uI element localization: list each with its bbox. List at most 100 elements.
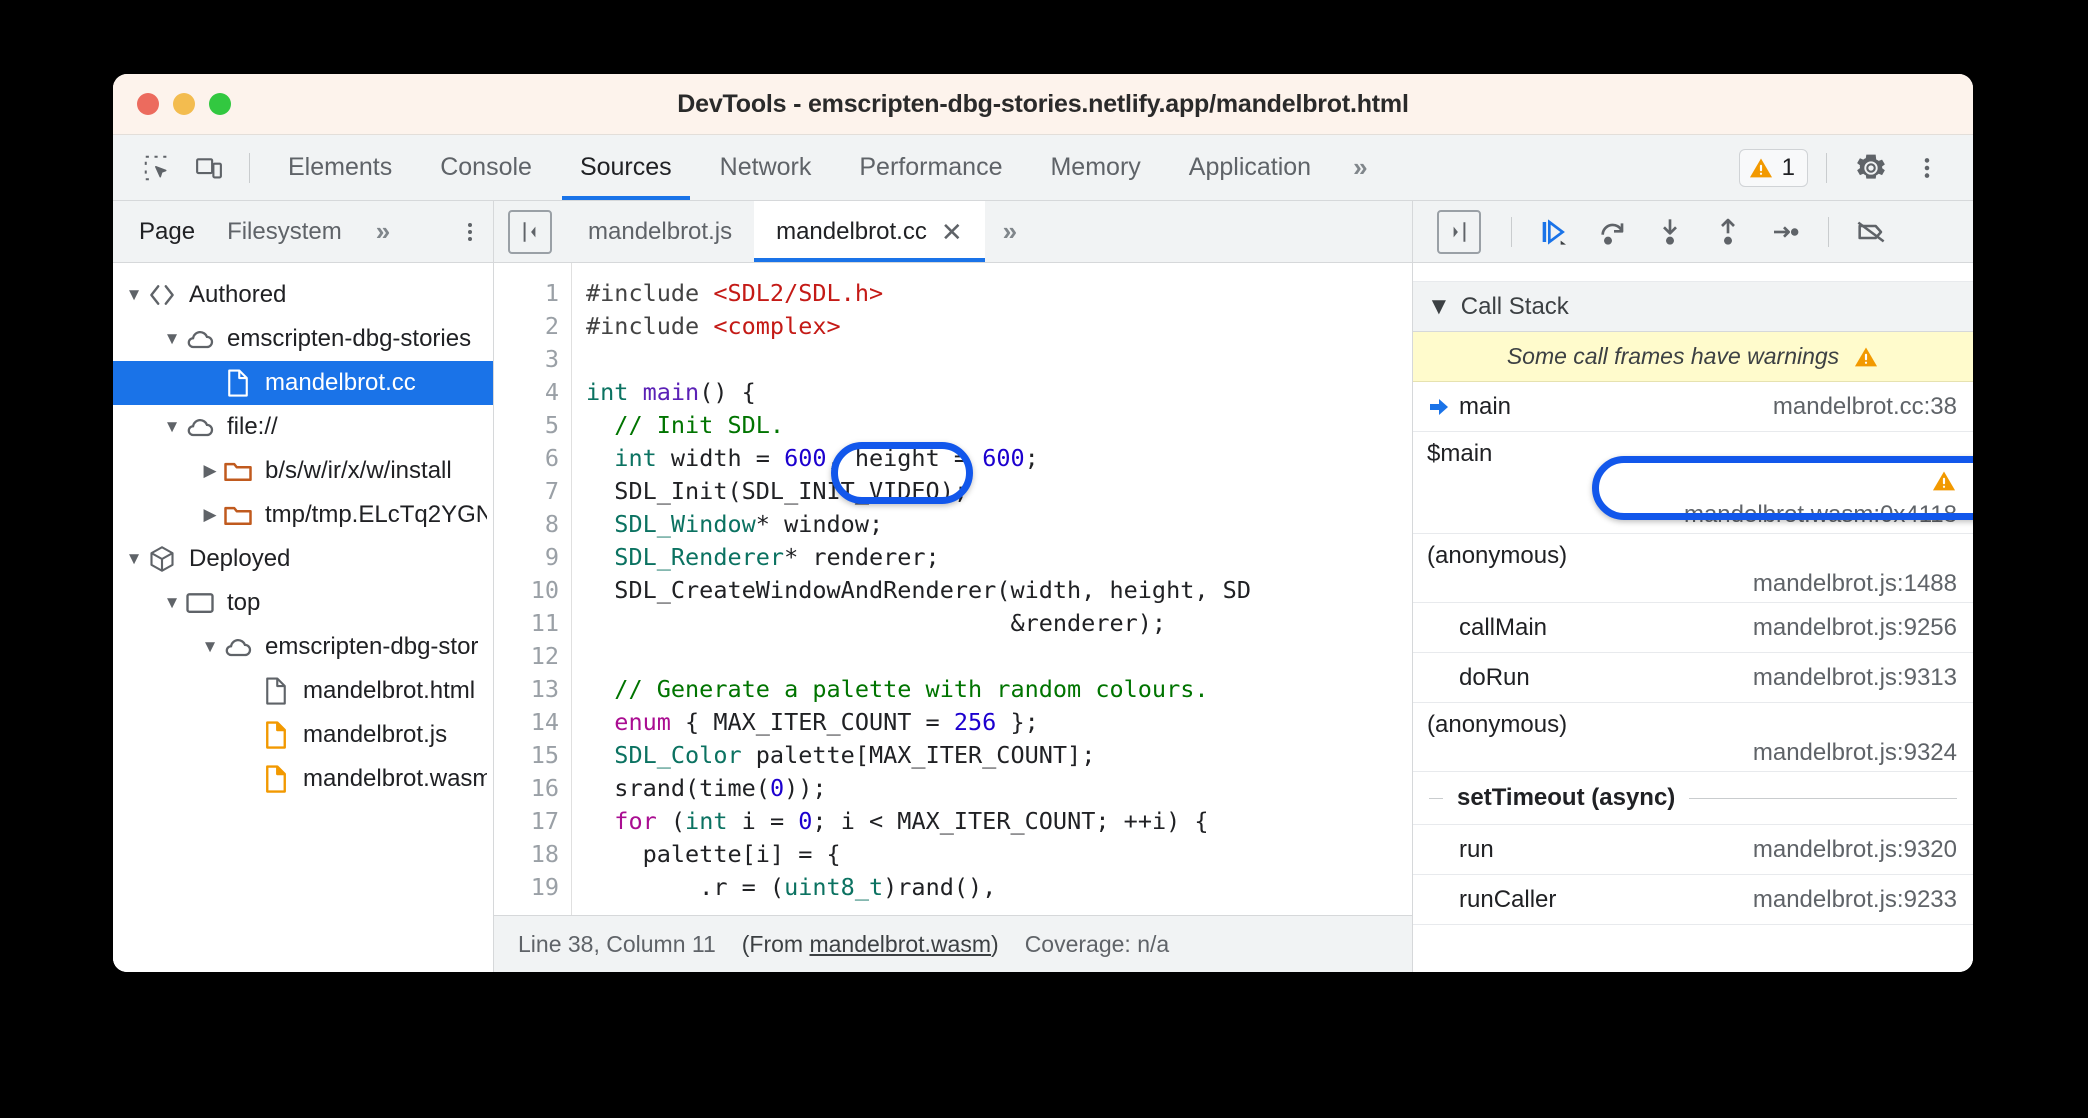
kebab-icon[interactable] [1901,142,1953,194]
tree-item[interactable]: ▶ b/s/w/ir/x/w/install [113,449,493,493]
tree-item[interactable]: ▼ emscripten-dbg-stories [113,317,493,361]
code-line[interactable]: srand(time(0)); [586,772,1412,805]
code-line[interactable]: #include <SDL2/SDL.h> [586,277,1412,310]
tree-item[interactable]: ▼ emscripten-dbg-stor [113,625,493,669]
code-line[interactable]: int main() { [586,376,1412,409]
line-number[interactable]: 13 [494,673,559,706]
code-line[interactable]: // Init SDL. [586,409,1412,442]
line-number[interactable]: 2 [494,310,559,343]
chevron-right-icon[interactable]: ▶ [199,461,221,481]
tab-console[interactable]: Console [416,135,556,200]
tab-application[interactable]: Application [1165,135,1335,200]
step-out-icon[interactable] [1702,206,1754,258]
source-origin-file[interactable]: mandelbrot.wasm [809,931,991,957]
tree-item[interactable]: mandelbrot.wasm [113,757,493,801]
chevron-down-icon[interactable]: ▼ [123,285,145,305]
code-editor[interactable]: 1 2 3 4 5 6 7 8 9 10 11 12 13 14 15 16 17 18 19 #include <… [494,263,1412,915]
inspect-element-icon[interactable] [131,142,183,194]
line-number[interactable]: 6 [494,442,559,475]
code-line[interactable]: for (int i = 0; i < MAX_ITER_COUNT; ++i)… [586,805,1412,838]
chevron-down-icon[interactable]: ▼ [123,549,145,569]
warnings-badge[interactable]: 1 [1738,148,1808,187]
resume-icon[interactable] [1528,206,1580,258]
tab-performance[interactable]: Performance [835,135,1026,200]
code-line[interactable] [586,640,1412,673]
step-into-icon[interactable] [1644,206,1696,258]
navigator-tab-filesystem[interactable]: Filesystem [211,201,358,262]
tree-item[interactable]: ▼ top [113,581,493,625]
tab-memory[interactable]: Memory [1026,135,1164,200]
tree-item[interactable]: mandelbrot.html [113,669,493,713]
chevron-down-icon[interactable]: ▼ [199,637,221,657]
line-number[interactable]: 10 [494,574,559,607]
line-number[interactable]: 1 [494,277,559,310]
line-number[interactable]: 3 [494,343,559,376]
chevron-right-icon[interactable]: ▶ [199,505,221,525]
tree-item[interactable]: ▶ tmp/tmp.ELcTq2YGN [113,493,493,537]
code-line[interactable]: SDL_Window* window; [586,508,1412,541]
call-stack-frame[interactable]: runCaller mandelbrot.js:9233 [1413,875,1973,925]
expand-debugger-icon[interactable] [1437,209,1481,254]
code-line[interactable]: #include <complex> [586,310,1412,343]
navigator-file-tree[interactable]: ▼ Authored ▼ emscripten-dbg-stories mandelbr… [113,263,493,972]
call-stack-frame-location[interactable]: mandelbrot.js:9313 [1735,664,1957,692]
line-number[interactable]: 16 [494,772,559,805]
line-number[interactable]: 15 [494,739,559,772]
call-stack-frame[interactable]: doRun mandelbrot.js:9313 [1413,653,1973,703]
tree-item[interactable]: mandelbrot.cc [113,361,493,405]
tree-item[interactable]: mandelbrot.js [113,713,493,757]
editor-more-tabs-icon[interactable]: » [985,216,1032,247]
code-line[interactable]: // Generate a palette with random colour… [586,673,1412,706]
call-stack-frame-location[interactable]: mandelbrot.wasm:0x4118 [1427,501,1957,529]
tab-network[interactable]: Network [696,135,836,200]
deactivate-breakpoints-icon[interactable] [1845,206,1897,258]
tree-item[interactable]: ▼ Authored [113,273,493,317]
line-number[interactable]: 7 [494,475,559,508]
code-line[interactable]: int width = 600, height = 600; [586,442,1412,475]
line-number[interactable]: 12 [494,640,559,673]
navigator-kebab-icon[interactable] [447,209,493,255]
collapse-navigator-icon[interactable] [508,209,552,254]
code-line[interactable]: .r = (uint8_t)rand(), [586,871,1412,904]
navigator-more-tabs-icon[interactable]: » [358,216,405,247]
call-stack-frame[interactable]: (anonymous) mandelbrot.js:1488 [1413,534,1973,603]
step-over-icon[interactable] [1586,206,1638,258]
code-line[interactable] [586,343,1412,376]
code-line[interactable]: SDL_Color palette[MAX_ITER_COUNT]; [586,739,1412,772]
line-number[interactable]: 14 [494,706,559,739]
call-stack-frame-location[interactable]: mandelbrot.cc:38 [1755,393,1957,421]
call-stack-frame[interactable]: main mandelbrot.cc:38 [1413,382,1973,432]
line-number[interactable]: 9 [494,541,559,574]
call-stack-frame[interactable]: run mandelbrot.js:9320 [1413,825,1973,875]
line-number[interactable]: 8 [494,508,559,541]
navigator-tab-page[interactable]: Page [123,201,211,262]
line-number[interactable]: 19 [494,871,559,904]
call-stack-frame[interactable]: (anonymous) mandelbrot.js:9324 [1413,703,1973,772]
call-stack-frame-location[interactable]: mandelbrot.js:1488 [1427,570,1957,598]
line-number[interactable]: 5 [494,409,559,442]
line-number[interactable]: 17 [494,805,559,838]
step-icon[interactable] [1760,206,1812,258]
line-number[interactable]: 4 [494,376,559,409]
device-toolbar-icon[interactable] [183,142,235,194]
editor-tab-mandelbrot-js[interactable]: mandelbrot.js [566,201,754,262]
chevron-down-icon[interactable]: ▼ [161,593,183,613]
call-stack-frame[interactable]: $main mandelbrot.wasm:0x4118 [1413,432,1973,534]
code-line[interactable]: SDL_Renderer* renderer; [586,541,1412,574]
call-stack-frame-location[interactable]: mandelbrot.js:9233 [1735,886,1957,914]
call-stack-frame-location[interactable]: mandelbrot.js:9256 [1735,614,1957,642]
tree-item[interactable]: ▼ Deployed [113,537,493,581]
call-stack-header[interactable]: ▼ Call Stack [1413,282,1973,332]
more-panels-icon[interactable]: » [1335,152,1382,183]
tab-sources[interactable]: Sources [556,135,696,200]
code-line[interactable]: palette[i] = { [586,838,1412,871]
call-stack-list[interactable]: main mandelbrot.cc:38 $main mandelbrot.wasm… [1413,382,1973,925]
call-stack-frame-location[interactable]: mandelbrot.js:9324 [1427,739,1957,767]
code-line[interactable]: &renderer); [586,607,1412,640]
editor-tab-mandelbrot-cc[interactable]: mandelbrot.cc ✕ [754,201,985,262]
tree-item[interactable]: ▼ file:// [113,405,493,449]
chevron-down-icon[interactable]: ▼ [161,329,183,349]
call-stack-frame-location[interactable]: mandelbrot.js:9320 [1735,836,1957,864]
call-stack-frame[interactable]: callMain mandelbrot.js:9256 [1413,603,1973,653]
code-line[interactable]: SDL_CreateWindowAndRenderer(width, heigh… [586,574,1412,607]
